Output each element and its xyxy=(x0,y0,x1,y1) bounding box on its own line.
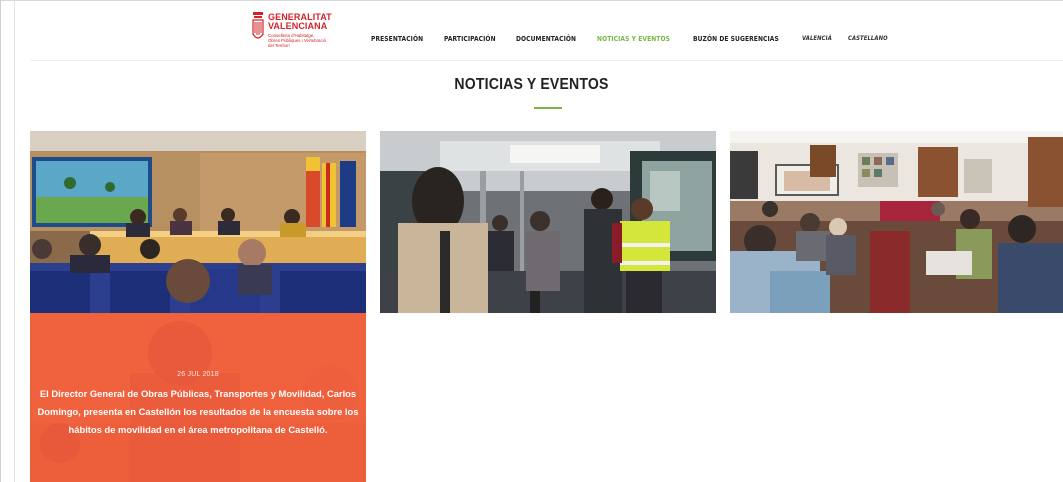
meeting-room-presentation-photo xyxy=(30,131,366,313)
nav-item-participacion[interactable]: PARTICIPACIÓN xyxy=(444,34,496,43)
page-title: NOTICIAS Y EVENTOS xyxy=(64,76,999,94)
site-header: GENERALITAT VALENCIANA Conselleria d'Hab… xyxy=(30,8,1063,60)
news-date: 26 JUL 2018 xyxy=(177,371,219,378)
generalitat-crest-icon xyxy=(252,12,264,39)
brand-subtitle: Conselleria d'Habitatge, Obres Públiques… xyxy=(268,33,338,48)
generalitat-logo[interactable]: GENERALITAT VALENCIANA Conselleria d'Hab… xyxy=(252,12,336,54)
language-castellano-link[interactable]: CASTELLANO xyxy=(848,34,888,42)
public-meeting-hall-photo xyxy=(730,131,1063,313)
page-left-border xyxy=(14,0,15,482)
nav-item-noticias-y-eventos[interactable]: NOTICIAS Y EVENTOS xyxy=(597,34,670,43)
header-divider xyxy=(30,60,1063,61)
window-left-border xyxy=(0,0,1,482)
news-headline[interactable]: El Director General de Obras Públicas, T… xyxy=(36,385,360,439)
title-underline xyxy=(534,107,562,109)
window-top-border xyxy=(0,0,1063,1)
nav-item-documentacion[interactable]: DOCUMENTACIÓN xyxy=(516,34,576,43)
bus-interior-survey-photo xyxy=(380,131,716,313)
news-card-meeting-photo[interactable] xyxy=(30,131,366,313)
main-nav: PRESENTACIÓN PARTICIPACIÓN DOCUMENTACIÓN… xyxy=(371,32,906,44)
brand-subtitle-line3: del Territori xyxy=(268,43,290,48)
page-title-bold: NOTICIAS xyxy=(454,76,524,93)
language-valencia-link[interactable]: VALENCIÀ xyxy=(802,34,832,42)
page-title-rest: Y EVENTOS xyxy=(523,76,609,93)
featured-news-card[interactable]: 26 JUL 2018 El Director General de Obras… xyxy=(30,313,366,482)
nav-item-presentacion[interactable]: PRESENTACIÓN xyxy=(371,34,423,43)
news-card-bus-photo[interactable] xyxy=(380,131,716,313)
brand-title-line2: VALENCIANA xyxy=(268,21,328,31)
nav-item-buzon-de-sugerencias[interactable]: BUZÓN DE SUGERENCIAS xyxy=(693,34,779,43)
brand-title: GENERALITAT VALENCIANA xyxy=(268,13,332,31)
news-card-hall-photo[interactable] xyxy=(730,131,1063,313)
